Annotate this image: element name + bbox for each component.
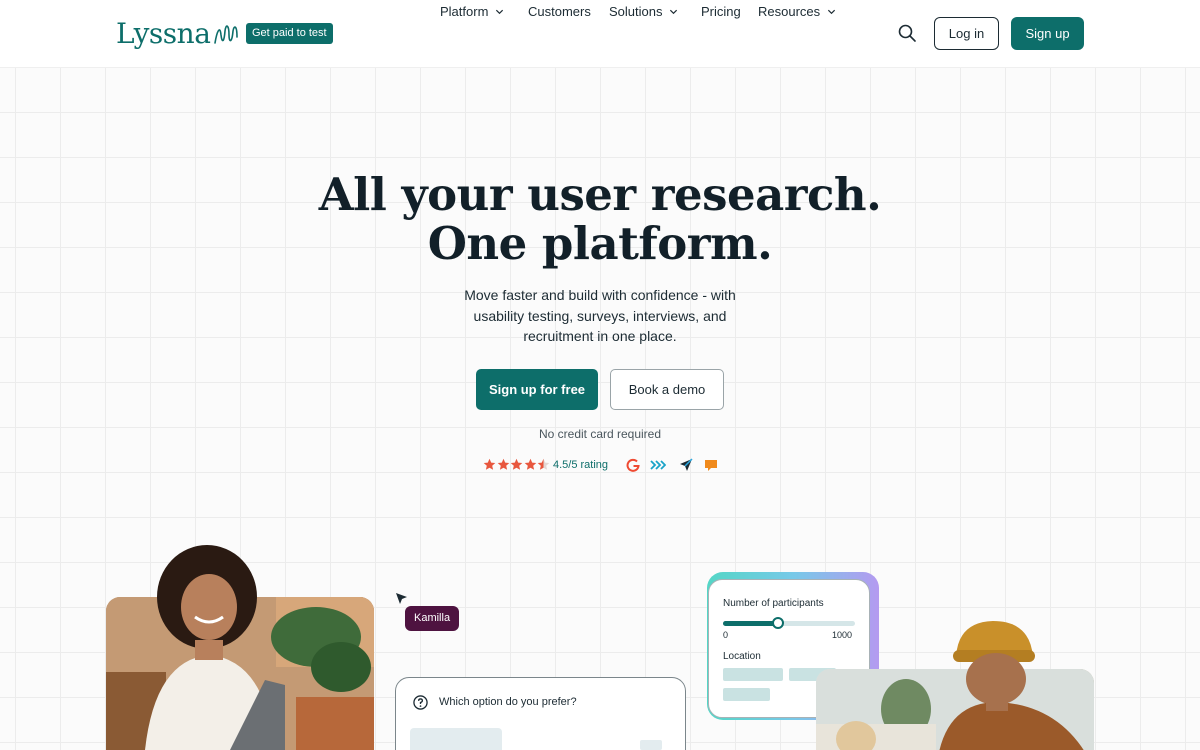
rating-text: 4.5/5 rating (553, 459, 609, 471)
nav-customers[interactable]: Customers (528, 0, 591, 22)
star-icon (537, 458, 550, 470)
chevron-down-icon (496, 9, 504, 14)
nav-resources[interactable]: Resources (758, 0, 836, 22)
location-chip[interactable] (723, 668, 783, 681)
chevron-down-icon (828, 9, 836, 14)
hero-title-line-1: All your user research. (318, 168, 882, 221)
nav-pricing-label: Pricing (701, 3, 741, 19)
location-chip[interactable] (723, 688, 770, 701)
researcher-person (145, 545, 285, 750)
nav-pricing[interactable]: Pricing (701, 0, 741, 22)
login-button[interactable]: Log in (934, 17, 999, 50)
nav-platform-label: Platform (440, 3, 489, 19)
participant-person (939, 621, 1084, 750)
answer-option[interactable] (410, 728, 502, 750)
star-icon (510, 458, 523, 470)
collaborator-cursor-label: Kamilla (405, 606, 460, 631)
slider-handle[interactable] (772, 617, 785, 629)
hero-title-line-2: One platform. (427, 217, 773, 270)
trustradius-icon[interactable] (703, 457, 719, 473)
logo-wave-icon (214, 25, 239, 44)
get-paid-badge[interactable]: Get paid to test (246, 23, 333, 44)
slider-min-label: 0 (723, 630, 729, 640)
hero-subtitle: Move faster and build with confidence - … (464, 287, 736, 344)
nav-resources-label: Resources (758, 3, 821, 19)
hero-title: All your user research. One platform. (300, 170, 900, 268)
star-icon (497, 458, 509, 470)
capterra-icon[interactable] (650, 457, 666, 473)
chevron-down-icon (670, 9, 678, 14)
signup-button[interactable]: Sign up (1011, 17, 1084, 50)
slider-fill (723, 621, 779, 626)
question-text: Which option do you prefer? (439, 696, 577, 708)
participants-title: Number of participants (723, 598, 824, 609)
book-demo-button[interactable]: Book a demo (610, 369, 724, 410)
nav-solutions-label: Solutions (609, 3, 663, 19)
star-icon (483, 458, 496, 470)
getapp-icon[interactable] (678, 457, 694, 473)
search-icon[interactable] (897, 23, 917, 43)
signup-free-button[interactable]: Sign up for free (476, 369, 598, 410)
nav-platform[interactable]: Platform (440, 0, 504, 22)
location-label: Location (723, 651, 761, 662)
site-header: Lyssna Get paid to test Platform Custome… (0, 0, 1200, 68)
no-credit-card-note: No credit card required (538, 427, 662, 441)
answer-option-placeholder (640, 740, 662, 750)
question-mark-icon (413, 695, 428, 710)
nav-solutions[interactable]: Solutions (609, 0, 678, 22)
rating-stars (483, 458, 551, 472)
slider-max-label: 1000 (832, 630, 853, 640)
logo-wordmark: Lyssna (116, 17, 211, 50)
lyssna-logo[interactable]: Lyssna (116, 16, 240, 52)
preference-question-card: Which option do you prefer? (395, 677, 686, 750)
star-icon (524, 458, 536, 470)
participants-slider[interactable] (723, 617, 855, 629)
cursor-pointer-icon (396, 593, 407, 604)
g2-icon[interactable] (625, 457, 641, 473)
nav-customers-label: Customers (528, 3, 591, 19)
